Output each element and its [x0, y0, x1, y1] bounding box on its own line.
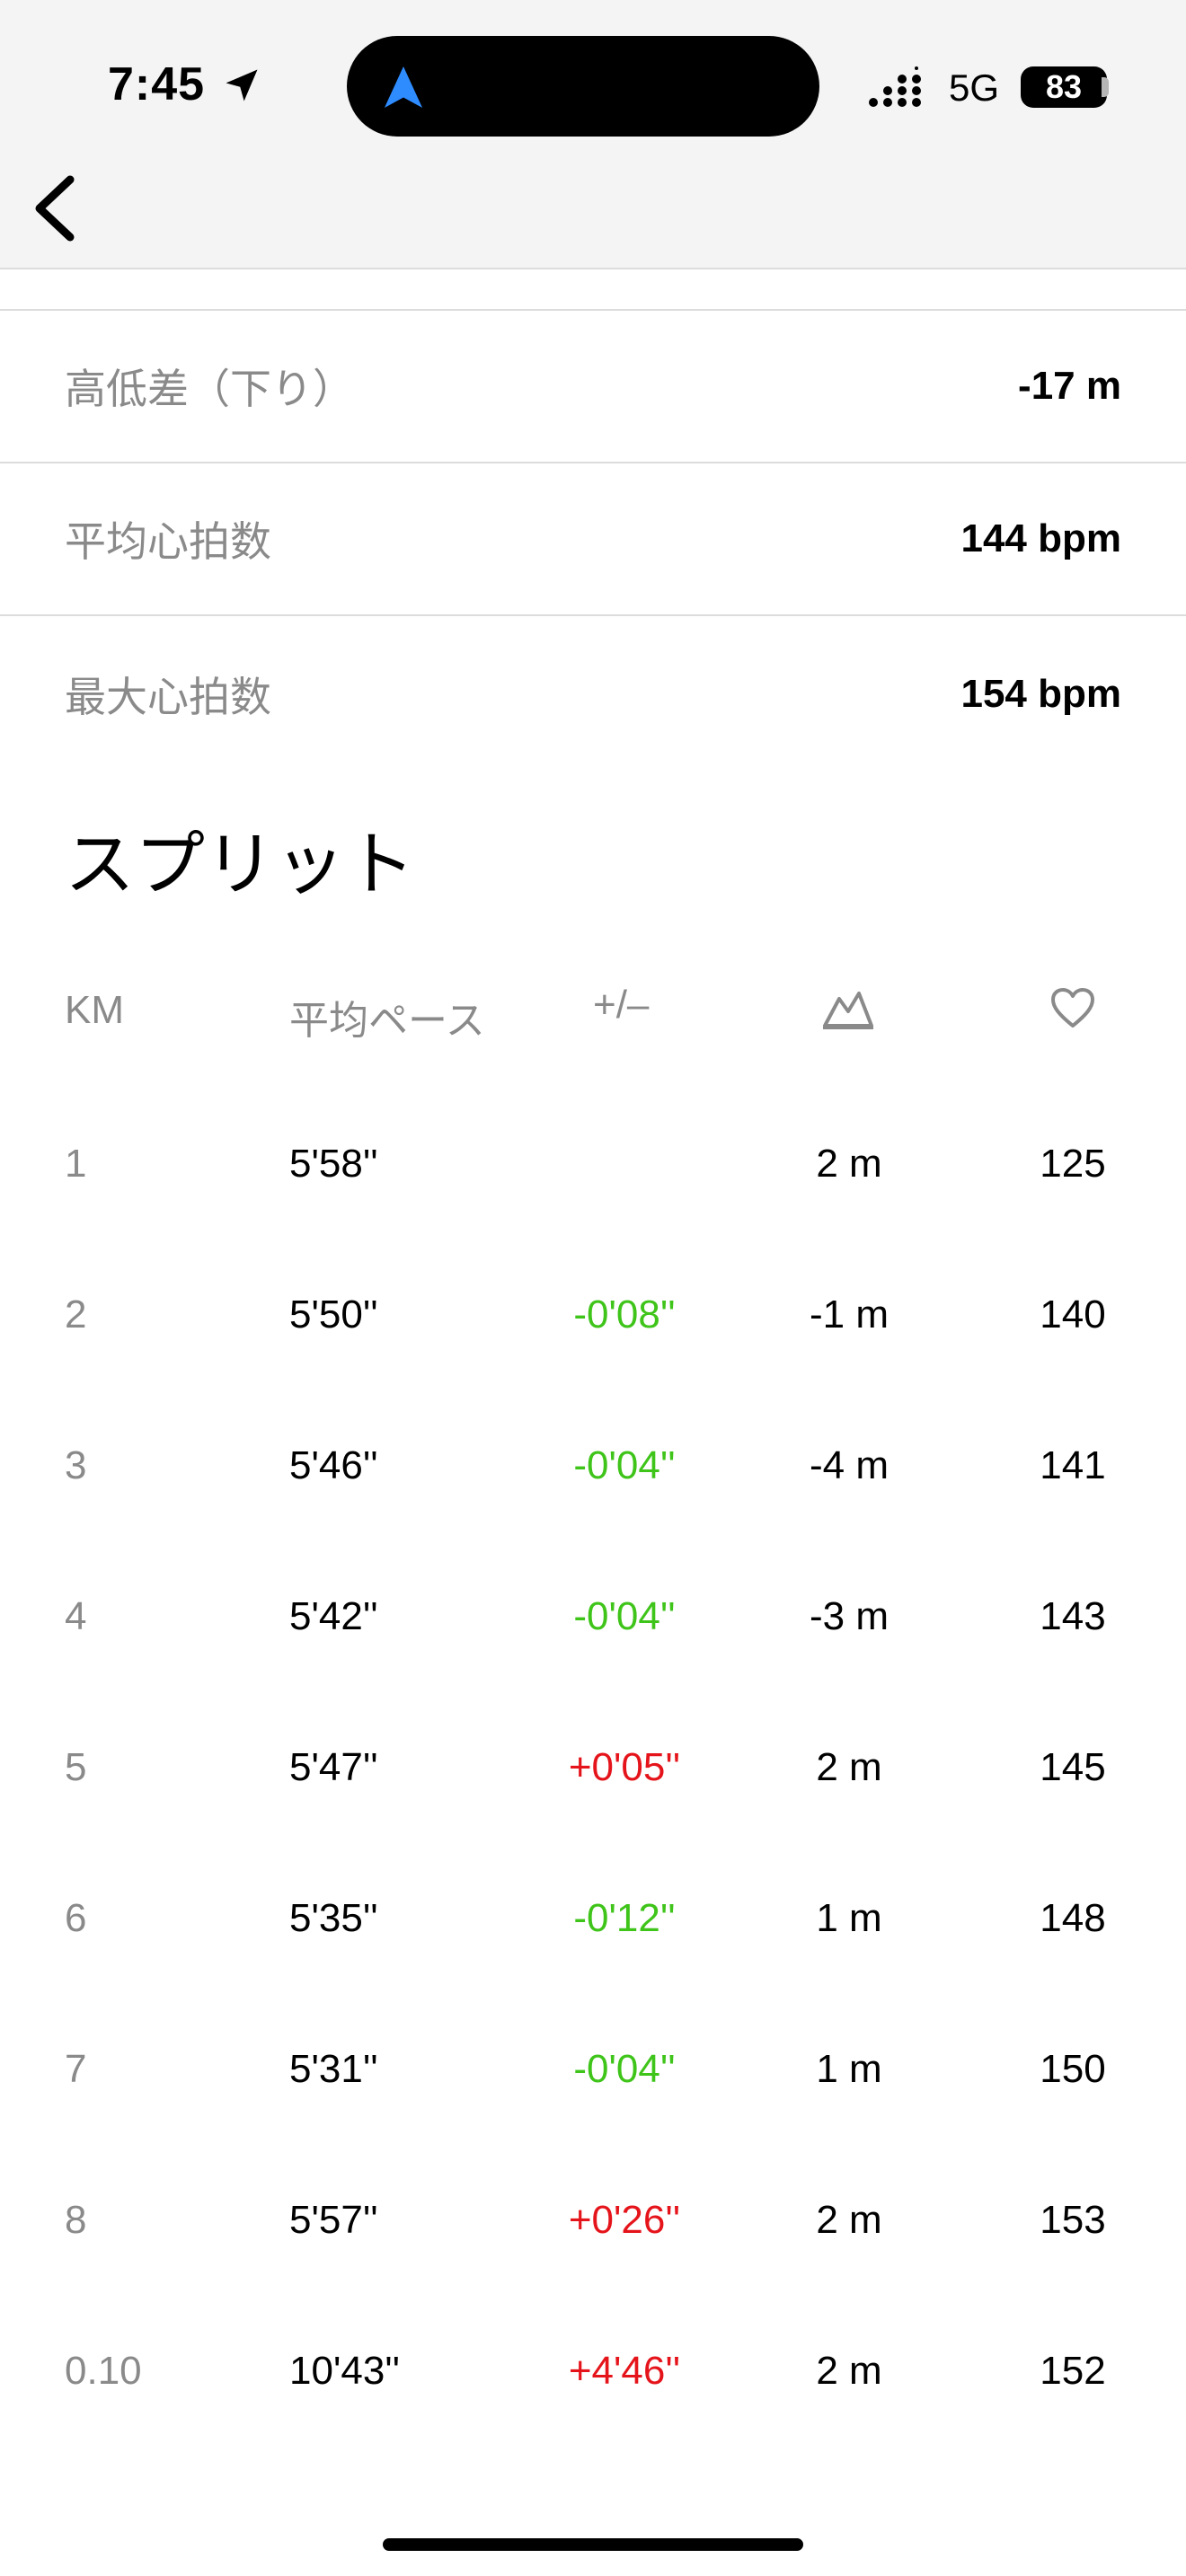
- network-type: 5G: [949, 66, 1000, 109]
- navigation-icon: [384, 66, 423, 108]
- split-km: 4: [65, 1594, 87, 1638]
- split-diff: -0'04'': [573, 2047, 676, 2091]
- split-diff: +4'46'': [568, 2349, 681, 2393]
- split-row: 3 5'46'' -0'04'' -4 m 141: [0, 1421, 1186, 1511]
- split-row: 5 5'47'' +0'05'' 2 m 145: [0, 1723, 1186, 1813]
- stat-row-max-heart-rate: 最大心拍数 154 bpm: [0, 618, 1186, 771]
- split-row: 2 5'50'' -0'08'' -1 m 140: [0, 1270, 1186, 1360]
- split-pace: 5'47'': [289, 1745, 378, 1789]
- home-indicator[interactable]: [383, 2538, 803, 2551]
- split-heart-rate: 150: [1040, 2047, 1106, 2091]
- split-diff: +0'26'': [568, 2198, 681, 2242]
- split-pace: 5'35'': [289, 1896, 378, 1940]
- split-km: 2: [65, 1292, 87, 1337]
- stat-value: -17 m: [1018, 364, 1121, 408]
- split-heart-rate: 145: [1040, 1745, 1106, 1789]
- split-elevation: -3 m: [810, 1594, 889, 1638]
- split-elevation: 2 m: [816, 2349, 882, 2393]
- split-row: 0.10 10'43'' +4'46'' 2 m 152: [0, 2326, 1186, 2416]
- split-diff: -0'08'': [573, 1292, 676, 1337]
- split-row: 4 5'42'' -0'04'' -3 m 143: [0, 1572, 1186, 1662]
- location-arrow-icon: [226, 69, 258, 101]
- chevron-left-icon[interactable]: [27, 174, 81, 243]
- split-row: 8 5'57'' +0'26'' 2 m 153: [0, 2175, 1186, 2265]
- stat-value: 154 bpm: [960, 672, 1121, 716]
- stat-label: 高低差（下り）: [65, 365, 354, 413]
- split-heart-rate: 140: [1040, 1292, 1106, 1337]
- dynamic-island: [347, 36, 819, 137]
- split-diff: -0'04'': [573, 1594, 676, 1638]
- split-km: 6: [65, 1896, 87, 1940]
- split-km: 3: [65, 1443, 87, 1487]
- stat-row-elevation-loss: 高低差（下り） -17 m: [0, 311, 1186, 463]
- status-time: 7:45: [108, 58, 206, 110]
- split-km: 0.10: [65, 2349, 142, 2393]
- split-pace: 5'46'': [289, 1443, 378, 1487]
- split-elevation: 1 m: [816, 2047, 882, 2091]
- split-pace: 5'50'': [289, 1292, 378, 1337]
- heart-icon: [1051, 988, 1094, 1028]
- split-pace: 10'43'': [289, 2349, 401, 2393]
- elevation-icon: [823, 992, 873, 1029]
- split-diff: +0'05'': [568, 1745, 681, 1789]
- split-elevation: 2 m: [816, 1745, 882, 1789]
- split-heart-rate: 141: [1040, 1443, 1106, 1487]
- split-heart-rate: 152: [1040, 2349, 1106, 2393]
- split-pace: 5'42'': [289, 1594, 378, 1638]
- header-bar: 7:45 5G 83: [0, 0, 1186, 269]
- split-km: 1: [65, 1142, 87, 1186]
- split-elevation: 2 m: [816, 1142, 882, 1186]
- column-header-diff: +/–: [593, 983, 650, 1027]
- split-heart-rate: 125: [1040, 1142, 1106, 1186]
- split-elevation: 1 m: [816, 1896, 882, 1940]
- stat-row-avg-heart-rate: 平均心拍数 144 bpm: [0, 463, 1186, 616]
- signal-icon: [869, 66, 921, 107]
- split-row: 1 5'58'' 2 m 125: [0, 1119, 1186, 1209]
- split-elevation: 2 m: [816, 2198, 882, 2242]
- split-pace: 5'31'': [289, 2047, 378, 2091]
- column-header-km: KM: [65, 988, 124, 1032]
- split-row: 7 5'31'' -0'04'' 1 m 150: [0, 2025, 1186, 2114]
- split-diff: -0'04'': [573, 1443, 676, 1487]
- split-km: 5: [65, 1745, 87, 1789]
- section-title-splits: スプリット: [65, 825, 416, 905]
- stat-value: 144 bpm: [960, 516, 1121, 560]
- split-pace: 5'57'': [289, 2198, 378, 2242]
- split-elevation: -1 m: [810, 1292, 889, 1337]
- split-elevation: -4 m: [810, 1443, 889, 1487]
- split-km: 7: [65, 2047, 87, 2091]
- split-heart-rate: 148: [1040, 1896, 1106, 1940]
- column-header-avg-pace: 平均ペース: [289, 998, 485, 1044]
- split-diff: -0'12'': [573, 1896, 676, 1940]
- stat-label: 最大心拍数: [65, 673, 271, 721]
- battery-icon: 83: [1021, 66, 1107, 108]
- stat-label: 平均心拍数: [65, 517, 271, 566]
- split-km: 8: [65, 2198, 87, 2242]
- split-heart-rate: 153: [1040, 2198, 1106, 2242]
- split-row: 6 5'35'' -0'12'' 1 m 148: [0, 1874, 1186, 1963]
- battery-tip: [1102, 77, 1109, 97]
- split-pace: 5'58'': [289, 1142, 378, 1186]
- battery-level: 83: [1045, 68, 1083, 105]
- split-heart-rate: 143: [1040, 1594, 1106, 1638]
